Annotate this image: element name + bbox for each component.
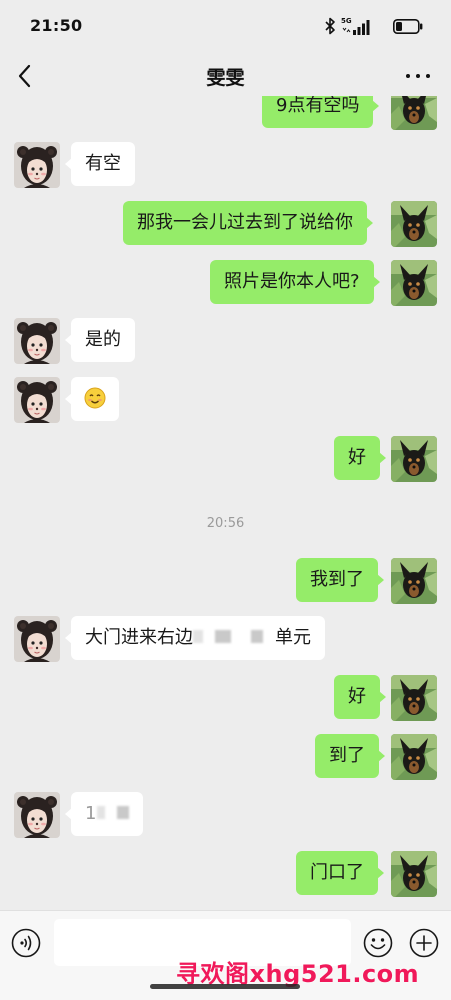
message-bubble-received[interactable]: 是的 (65, 318, 135, 362)
message-text: 1 (85, 803, 97, 824)
message-bubble-received[interactable]: 大门进来右边 单元 (65, 616, 325, 660)
redacted-block (193, 630, 203, 643)
message-list[interactable]: 9点有空吗 有空 那我一会儿过去到了说给你 照片是你本人吧? 是的 好 20:5… (0, 96, 451, 910)
signal-icon: 5G (341, 17, 371, 37)
contact-avatar[interactable] (14, 318, 60, 364)
message-text: 好 (348, 447, 366, 468)
my-avatar[interactable] (391, 260, 437, 306)
my-avatar[interactable] (391, 436, 437, 482)
contact-avatar[interactable] (14, 616, 60, 662)
battery-icon (393, 19, 423, 34)
message-bubble-received[interactable]: 有空 (65, 142, 135, 186)
message-text: 是的 (85, 329, 121, 350)
message-bubble-sent[interactable]: 好 (334, 436, 386, 480)
message-bubble-sent[interactable]: 门口了 (296, 851, 384, 895)
message-bubble-sent[interactable]: 我到了 (296, 558, 384, 602)
message-bubble-sent[interactable]: 9点有空吗 (262, 96, 380, 128)
message-bubble-received[interactable] (65, 377, 119, 421)
my-avatar[interactable] (391, 96, 437, 130)
message-text: 那我一会儿过去到了说给你 (137, 212, 353, 233)
redacted-block (117, 806, 130, 819)
contact-avatar[interactable] (14, 142, 60, 188)
my-avatar[interactable] (391, 558, 437, 604)
my-avatar[interactable] (391, 734, 437, 780)
message-text: 单元 (275, 627, 311, 648)
message-text: 有空 (85, 153, 121, 174)
message-bubble-sent[interactable]: 照片是你本人吧? (210, 260, 380, 304)
my-avatar[interactable] (391, 675, 437, 721)
contact-avatar[interactable] (14, 792, 60, 838)
message-text: 我到了 (310, 569, 364, 590)
message-text: 大门进来右边 (85, 627, 193, 648)
chat-screen: 21:50 5G 雯雯 9点有空吗 有空 那我一会儿过去到了说给你 照片是你本人… (0, 0, 451, 1000)
my-avatar[interactable] (391, 851, 437, 897)
my-avatar[interactable] (391, 201, 437, 247)
status-icons: 5G (303, 17, 423, 37)
message-text: 到了 (329, 745, 365, 766)
message-bubble-sent[interactable]: 那我一会儿过去到了说给你 (123, 201, 373, 245)
message-bubble-sent[interactable]: 好 (334, 675, 386, 719)
redacted-block (215, 630, 231, 643)
chat-timestamp: 20:56 (206, 516, 245, 531)
home-indicator[interactable] (150, 984, 300, 989)
contact-avatar[interactable] (14, 377, 60, 423)
message-text: 门口了 (310, 862, 364, 883)
redacted-block (97, 806, 106, 819)
message-bubble-received[interactable]: 1 (64, 792, 144, 836)
nav-bar: 雯雯 (0, 56, 451, 96)
ellipsis-icon[interactable] (405, 65, 431, 87)
chat-title: 雯雯 (206, 67, 245, 89)
bluetooth-icon (325, 17, 335, 35)
message-bubble-sent[interactable]: 到了 (315, 734, 385, 778)
status-bar: 21:50 5G (0, 0, 451, 56)
message-text: 9点有空吗 (276, 96, 360, 116)
redacted-block (251, 630, 263, 643)
smile-emoji-icon (84, 386, 106, 409)
voice-icon[interactable] (11, 928, 41, 958)
message-text: 好 (348, 686, 366, 707)
status-time: 21:50 (30, 16, 83, 35)
message-text: 照片是你本人吧? (224, 271, 360, 292)
